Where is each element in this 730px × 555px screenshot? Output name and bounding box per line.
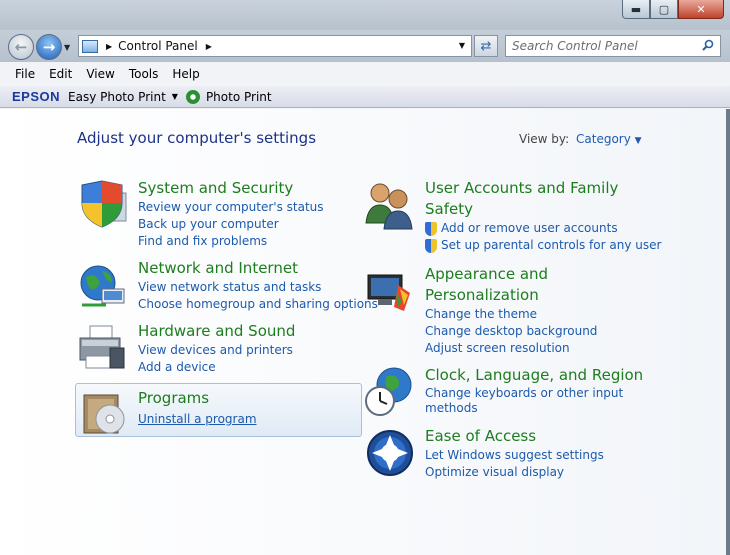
windows-suggest-settings-link[interactable]: Let Windows suggest settings xyxy=(425,447,604,464)
recent-pages-dropdown[interactable]: ▼ xyxy=(64,43,70,52)
backup-link[interactable]: Back up your computer xyxy=(138,216,324,233)
menu-view[interactable]: View xyxy=(79,67,121,81)
clock-globe-icon[interactable] xyxy=(364,365,416,417)
window-right-border xyxy=(726,109,730,555)
uac-shield-icon xyxy=(425,221,437,236)
programs-box-icon[interactable] xyxy=(80,387,132,439)
category-system-security: System and Security Review your computer… xyxy=(138,178,324,250)
homegroup-sharing-link[interactable]: Choose homegroup and sharing options xyxy=(138,296,378,313)
close-icon: ✕ xyxy=(696,2,706,16)
photo-print-icon[interactable] xyxy=(185,89,200,104)
category-ease-of-access: Ease of Access Let Windows suggest setti… xyxy=(425,426,604,481)
menu-file[interactable]: File xyxy=(8,67,42,81)
optimize-display-link[interactable]: Optimize visual display xyxy=(425,464,604,481)
easy-photo-print-dropdown-icon[interactable]: ▼ xyxy=(172,92,178,101)
adjust-resolution-link[interactable]: Adjust screen resolution xyxy=(425,340,597,357)
uninstall-program-link[interactable]: Uninstall a program xyxy=(138,411,257,428)
back-button[interactable]: ← xyxy=(8,34,34,60)
category-programs: Programs Uninstall a program xyxy=(138,388,257,428)
printer-icon[interactable] xyxy=(76,322,128,374)
category-hardware-sound: Hardware and Sound View devices and prin… xyxy=(138,321,295,376)
search-input[interactable]: Search Control Panel xyxy=(505,35,721,57)
forward-button[interactable]: → xyxy=(36,34,62,60)
user-accounts-icon[interactable] xyxy=(364,179,416,231)
maximize-button[interactable]: ▢ xyxy=(650,0,678,19)
category-clock-language: Clock, Language, and Region Change keybo… xyxy=(425,365,643,416)
window-controls: ▬ ▢ ✕ xyxy=(622,0,724,19)
network-internet-title[interactable]: Network and Internet xyxy=(138,258,378,279)
breadcrumb-chevron-icon[interactable]: ▶ xyxy=(106,42,112,51)
maximize-icon: ▢ xyxy=(658,2,670,16)
search-icon[interactable] xyxy=(702,39,714,51)
add-device-link[interactable]: Add a device xyxy=(138,359,295,376)
category-user-accounts: User Accounts and Family Safety Add or r… xyxy=(425,178,661,254)
ease-of-access-icon[interactable] xyxy=(364,427,416,479)
add-remove-accounts-row: Add or remove user accounts xyxy=(425,220,661,237)
title-bar: ▬ ▢ ✕ xyxy=(0,0,730,30)
appearance-monitor-icon[interactable] xyxy=(364,267,416,319)
photo-print-button[interactable]: Photo Print xyxy=(206,90,272,104)
change-theme-link[interactable]: Change the theme xyxy=(425,306,597,323)
refresh-button[interactable]: ⇄ xyxy=(474,35,498,57)
appearance-title-line2[interactable]: Personalization xyxy=(425,285,597,306)
category-network-internet: Network and Internet View network status… xyxy=(138,258,378,313)
menu-help[interactable]: Help xyxy=(165,67,206,81)
breadcrumb-control-panel[interactable]: Control Panel xyxy=(118,39,198,53)
search-placeholder: Search Control Panel xyxy=(512,39,638,53)
programs-title[interactable]: Programs xyxy=(138,388,257,409)
chevron-down-icon: ▼ xyxy=(634,136,642,146)
arrow-right-icon: → xyxy=(42,38,56,56)
menu-tools[interactable]: Tools xyxy=(122,67,166,81)
review-status-link[interactable]: Review your computer's status xyxy=(138,199,324,216)
breadcrumb-chevron-icon[interactable]: ▶ xyxy=(206,42,212,51)
minimize-icon: ▬ xyxy=(630,2,642,16)
parental-controls-row: Set up parental controls for any user xyxy=(425,237,661,254)
system-security-title[interactable]: System and Security xyxy=(138,178,324,199)
find-fix-problems-link[interactable]: Find and fix problems xyxy=(138,233,324,250)
change-keyboards-link-line1[interactable]: Change keyboards or other input xyxy=(425,386,643,401)
change-keyboards-link-line2[interactable]: methods xyxy=(425,401,643,416)
uac-shield-icon xyxy=(425,238,437,253)
view-by-dropdown[interactable]: Category ▼ xyxy=(576,132,642,146)
clock-language-title[interactable]: Clock, Language, and Region xyxy=(425,365,643,386)
control-panel-icon xyxy=(82,39,98,53)
view-by-label: View by: xyxy=(519,132,570,146)
close-button[interactable]: ✕ xyxy=(678,0,724,19)
arrow-left-icon: ← xyxy=(14,38,28,56)
page-title: Adjust your computer's settings xyxy=(77,129,317,147)
appearance-title-line1[interactable]: Appearance and xyxy=(425,264,597,285)
change-background-link[interactable]: Change desktop background xyxy=(425,323,597,340)
minimize-button[interactable]: ▬ xyxy=(622,0,650,19)
category-appearance: Appearance and Personalization Change th… xyxy=(425,264,597,357)
ease-of-access-title[interactable]: Ease of Access xyxy=(425,426,604,447)
add-remove-accounts-link[interactable]: Add or remove user accounts xyxy=(441,220,618,237)
address-dropdown-icon[interactable]: ▼ xyxy=(459,41,465,50)
address-bar[interactable]: ▶ Control Panel ▶ ▼ xyxy=(78,35,472,57)
navigation-bar: ← → ▼ ▶ Control Panel ▶ ▼ ⇄ Search Contr… xyxy=(0,30,730,62)
security-shield-icon[interactable] xyxy=(76,179,128,231)
view-devices-printers-link[interactable]: View devices and printers xyxy=(138,342,295,359)
network-globe-icon[interactable] xyxy=(76,261,128,313)
epson-logo: EPSON xyxy=(12,89,61,104)
hardware-sound-title[interactable]: Hardware and Sound xyxy=(138,321,295,342)
easy-photo-print-button[interactable]: Easy Photo Print xyxy=(68,90,166,104)
control-panel-content: Adjust your computer's settings View by:… xyxy=(0,109,726,555)
menu-bar: File Edit View Tools Help xyxy=(0,62,730,86)
refresh-icon: ⇄ xyxy=(480,38,492,54)
epson-toolbar: EPSON Easy Photo Print ▼ Photo Print xyxy=(0,86,730,108)
view-by-value: Category xyxy=(576,132,631,146)
menu-edit[interactable]: Edit xyxy=(42,67,79,81)
view-network-status-link[interactable]: View network status and tasks xyxy=(138,279,378,296)
parental-controls-link[interactable]: Set up parental controls for any user xyxy=(441,237,661,254)
user-accounts-title-line2[interactable]: Safety xyxy=(425,199,661,220)
user-accounts-title-line1[interactable]: User Accounts and Family xyxy=(425,178,661,199)
